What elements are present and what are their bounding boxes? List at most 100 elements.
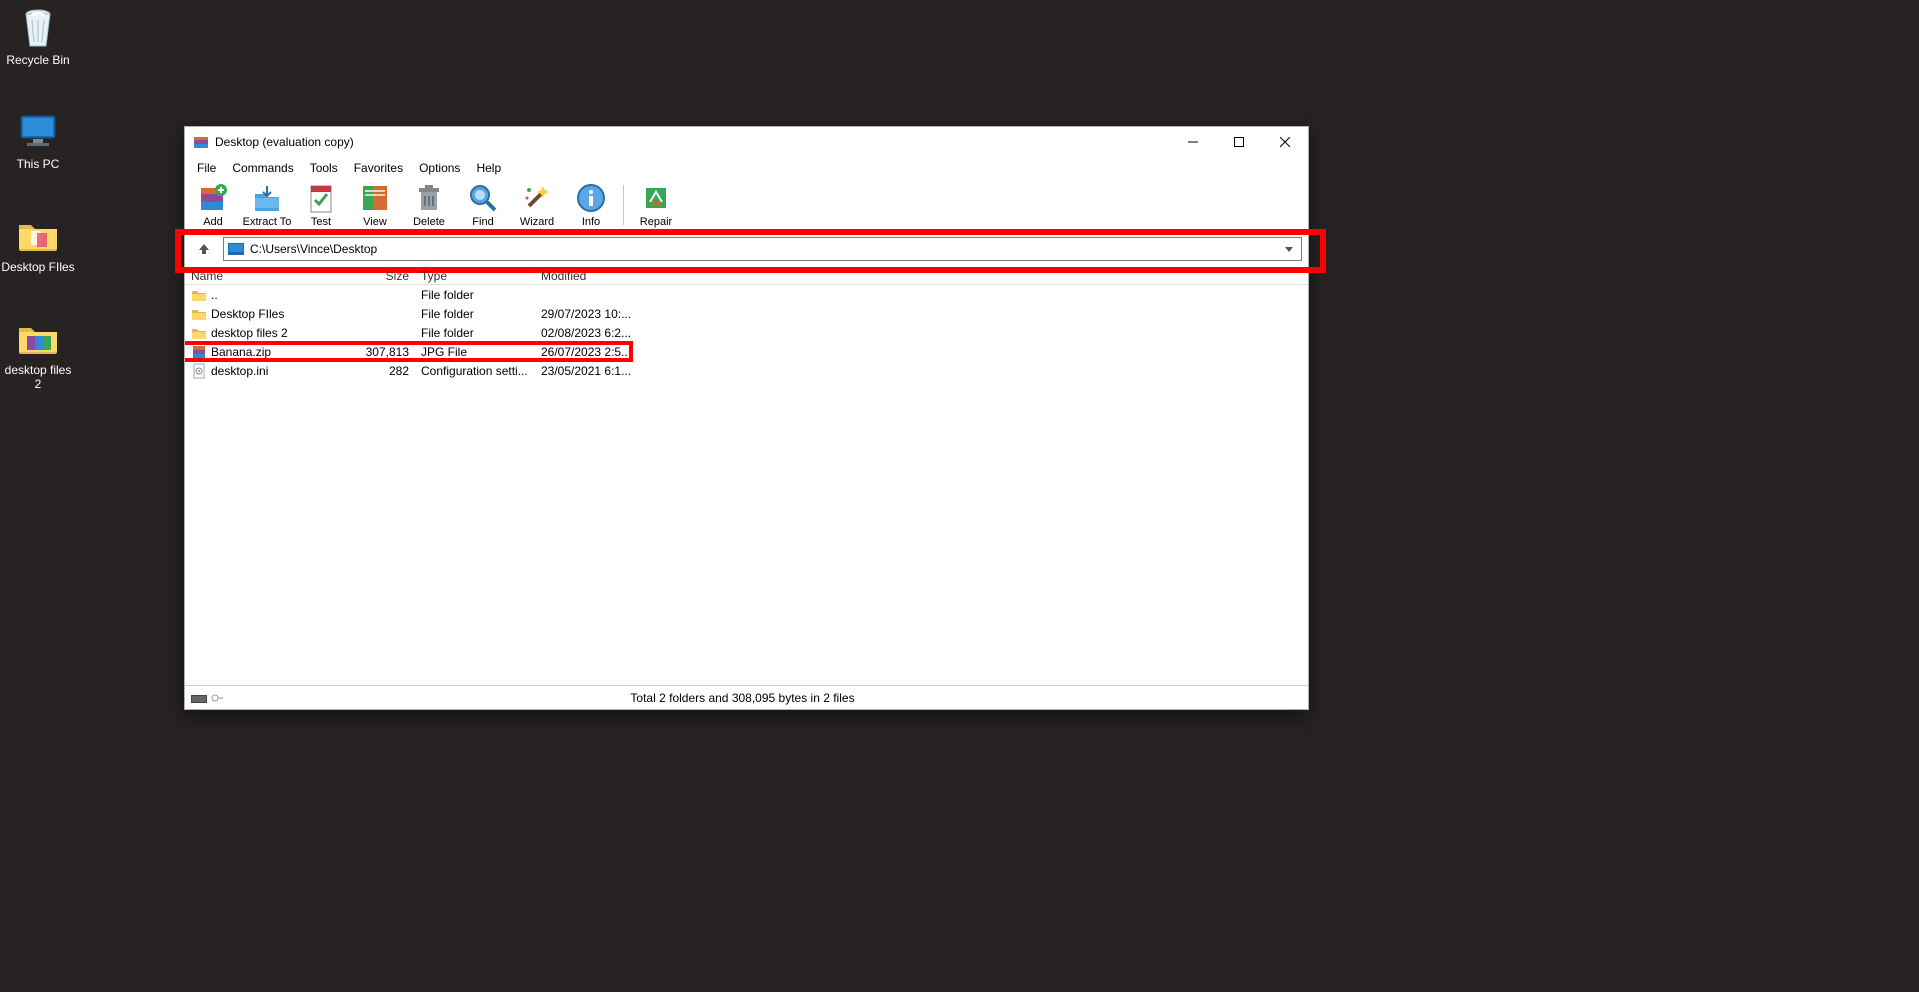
desktop-icon-recycle-bin[interactable]: Recycle Bin (0, 6, 76, 67)
status-bar: Total 2 folders and 308,095 bytes in 2 f… (185, 685, 1308, 709)
folder-icon (191, 325, 207, 341)
folder-icon (16, 213, 60, 257)
toolbar-label: Add (203, 216, 223, 230)
toolbar-label: Test (311, 216, 331, 230)
file-modified: 26/07/2023 2:5... (535, 345, 665, 359)
toolbar-label: Extract To (243, 216, 292, 230)
recycle-bin-icon (16, 6, 60, 50)
column-header-modified[interactable]: Modified (535, 267, 665, 284)
file-name: Banana.zip (211, 345, 271, 359)
column-headers: Name Size Type Modified (185, 267, 1308, 285)
maximize-button[interactable] (1216, 127, 1262, 157)
menu-file[interactable]: File (189, 159, 224, 177)
file-type: JPG File (415, 345, 535, 359)
path-dropdown-button[interactable] (1281, 238, 1297, 260)
toolbar-label: View (363, 216, 387, 230)
info-icon (575, 182, 607, 214)
test-icon (305, 182, 337, 214)
toolbar-wizard-button[interactable]: Wizard (511, 180, 563, 230)
address-bar (191, 235, 1302, 263)
file-name: .. (211, 288, 218, 302)
column-header-type[interactable]: Type (415, 267, 535, 284)
toolbar-delete-button[interactable]: Delete (403, 180, 455, 230)
menu-commands[interactable]: Commands (224, 159, 301, 177)
toolbar-separator (623, 185, 624, 225)
close-button[interactable] (1262, 127, 1308, 157)
file-name: desktop.ini (211, 364, 268, 378)
toolbar-info-button[interactable]: Info (565, 180, 617, 230)
drive-icon (228, 243, 244, 255)
app-icon (193, 134, 209, 150)
zip-file-icon (191, 344, 207, 360)
file-name: Desktop FIles (211, 307, 284, 321)
path-combobox[interactable] (223, 237, 1302, 261)
toolbar-extract-button[interactable]: Extract To (241, 180, 293, 230)
find-icon (467, 182, 499, 214)
file-modified: 02/08/2023 6:2... (535, 326, 665, 340)
file-type: File folder (415, 307, 535, 321)
folder-icon (191, 287, 207, 303)
toolbar-test-button[interactable]: Test (295, 180, 347, 230)
ini-file-icon (191, 363, 207, 379)
status-text: Total 2 folders and 308,095 bytes in 2 f… (223, 691, 1262, 705)
toolbar-add-button[interactable]: Add (187, 180, 239, 230)
desktop-icon-this-pc[interactable]: This PC (0, 110, 76, 171)
toolbar-label: Find (472, 216, 493, 230)
menu-favorites[interactable]: Favorites (346, 159, 411, 177)
file-type: File folder (415, 326, 535, 340)
menubar: File Commands Tools Favorites Options He… (185, 157, 1308, 179)
toolbar-find-button[interactable]: Find (457, 180, 509, 230)
desktop-icon-desktop-files[interactable]: Desktop FIles (0, 213, 76, 274)
up-arrow-icon (197, 242, 211, 256)
file-modified: 23/05/2021 6:1... (535, 364, 665, 378)
toolbar-label: Info (582, 216, 600, 230)
file-size: 282 (345, 364, 415, 378)
desktop-icon-desktop-files-2[interactable]: desktop files 2 (0, 316, 76, 391)
file-list[interactable]: .. File folder Desktop FIles File folder… (185, 285, 1308, 685)
menu-help[interactable]: Help (468, 159, 509, 177)
desktop-icon-label: Recycle Bin (6, 53, 69, 67)
chevron-down-icon (1285, 247, 1293, 252)
toolbar-label: Wizard (520, 216, 554, 230)
file-row[interactable]: desktop.ini 282 Configuration setti... 2… (185, 361, 1308, 380)
repair-icon (640, 182, 672, 214)
column-header-name[interactable]: Name (185, 267, 345, 284)
desktop-icon-label: Desktop FIles (1, 260, 74, 274)
window-title: Desktop (evaluation copy) (215, 135, 354, 149)
toolbar-view-button[interactable]: View (349, 180, 401, 230)
toolbar: Add Extract To Test (185, 179, 1308, 231)
file-row[interactable]: Desktop FIles File folder 29/07/2023 10:… (185, 304, 1308, 323)
desktop-icon-label: This PC (17, 157, 60, 171)
delete-icon (413, 182, 445, 214)
folder-icon (191, 306, 207, 322)
file-row[interactable]: desktop files 2 File folder 02/08/2023 6… (185, 323, 1308, 342)
minimize-button[interactable] (1170, 127, 1216, 157)
view-icon (359, 182, 391, 214)
key-icon (211, 692, 223, 704)
column-header-size[interactable]: Size (345, 267, 415, 284)
path-input[interactable] (250, 242, 1275, 256)
file-row-highlighted[interactable]: Banana.zip 307,813 JPG File 26/07/2023 2… (185, 342, 1308, 361)
toolbar-label: Delete (413, 216, 445, 230)
extract-icon (251, 182, 283, 214)
file-type: File folder (415, 288, 535, 302)
file-type: Configuration setti... (415, 364, 535, 378)
folder-icon (16, 316, 60, 360)
file-row[interactable]: .. File folder (185, 285, 1308, 304)
titlebar[interactable]: Desktop (evaluation copy) (185, 127, 1308, 157)
up-one-level-button[interactable] (191, 237, 217, 261)
status-icons (191, 692, 223, 704)
drive-icon (191, 692, 207, 704)
wizard-icon (521, 182, 553, 214)
file-size: 307,813 (345, 345, 415, 359)
menu-options[interactable]: Options (411, 159, 468, 177)
toolbar-label: Repair (640, 216, 672, 230)
winrar-window: Desktop (evaluation copy) File Commands … (184, 126, 1309, 710)
add-archive-icon (197, 182, 229, 214)
desktop-icon-label: desktop files 2 (0, 363, 76, 391)
file-name: desktop files 2 (211, 326, 288, 340)
file-modified: 29/07/2023 10:... (535, 307, 665, 321)
menu-tools[interactable]: Tools (302, 159, 346, 177)
this-pc-icon (16, 110, 60, 154)
toolbar-repair-button[interactable]: Repair (630, 180, 682, 230)
